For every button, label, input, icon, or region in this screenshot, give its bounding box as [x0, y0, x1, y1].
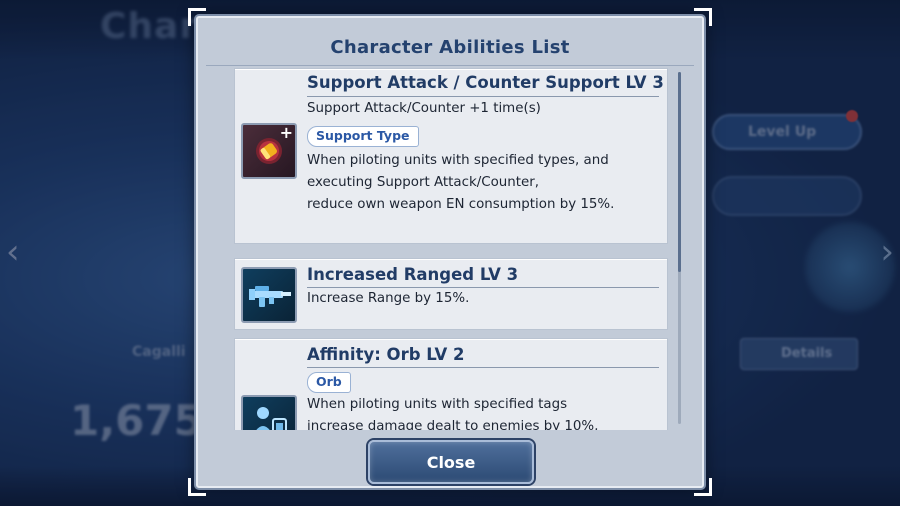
orb-affinity-icon — [241, 395, 297, 430]
list-scrollbar[interactable] — [678, 72, 681, 424]
ability-description-line: executing Support Attack/Counter, — [307, 175, 540, 190]
ability-tag: Orb — [307, 372, 351, 393]
plus-icon: + — [279, 123, 293, 142]
ability-title: Affinity: Orb LV 2 — [307, 345, 465, 364]
ability-card-affinity-orb: Affinity: Orb LV 2 Orb When piloting uni… — [234, 338, 668, 430]
close-button[interactable]: Close — [368, 440, 534, 484]
abilities-list[interactable]: Support Attack / Counter Support LV 3 Su… — [234, 68, 674, 430]
close-button-label: Close — [426, 452, 476, 472]
ability-description-line: When piloting units with specified types… — [307, 153, 609, 168]
scrollbar-thumb[interactable] — [678, 72, 681, 272]
title-divider — [307, 287, 659, 288]
support-attack-icon: + — [241, 123, 297, 179]
frame-corner — [694, 8, 712, 26]
ability-title: Increased Ranged LV 3 — [307, 265, 519, 284]
ability-title: Support Attack / Counter Support LV 3 — [307, 73, 664, 92]
ability-description-line: increase damage dealt to enemies by 10%, — [307, 419, 599, 430]
ability-card-support-attack: Support Attack / Counter Support LV 3 Su… — [234, 68, 668, 244]
dialog-title: Character Abilities List — [330, 36, 570, 58]
ability-description-line: When piloting units with specified tags — [307, 397, 568, 412]
frame-corner — [188, 8, 206, 26]
frame-corner — [694, 478, 712, 496]
ability-card-increased-ranged: Increased Ranged LV 3 Increase Range by … — [234, 258, 668, 330]
ability-description-line: reduce own weapon EN consumption by 15%. — [307, 197, 615, 212]
title-divider — [307, 96, 659, 97]
header-divider — [206, 65, 694, 66]
ability-description-line: Increase Range by 15%. — [307, 291, 470, 306]
ranged-weapon-icon — [241, 267, 297, 323]
ability-tag: Support Type — [307, 126, 419, 147]
dialog-header: Character Abilities List — [206, 28, 694, 66]
abilities-dialog: Character Abilities List Support Attack … — [188, 8, 712, 496]
frame-corner — [188, 478, 206, 496]
ability-subtitle: Support Attack/Counter +1 time(s) — [307, 101, 541, 116]
title-divider — [307, 367, 659, 368]
